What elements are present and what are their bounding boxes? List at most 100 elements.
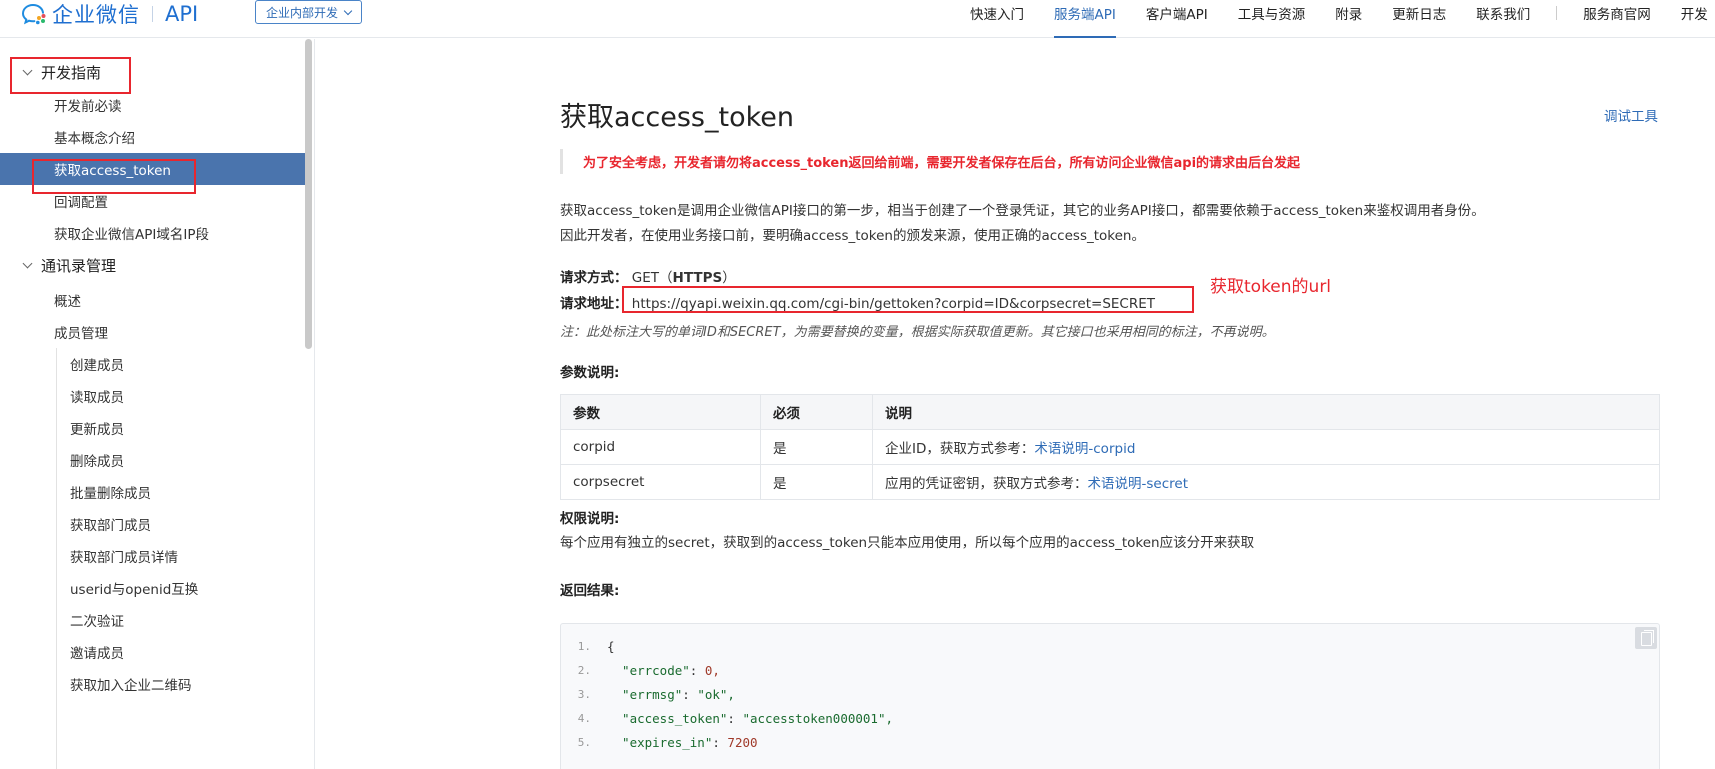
- annotation-box-access-token: [32, 159, 196, 194]
- code-value: "ok",: [697, 686, 735, 702]
- cell-required: 是: [760, 429, 873, 465]
- main-content: 获取access_token 调试工具 为了安全考虑，开发者请勿将access_…: [316, 39, 1715, 769]
- nav-contact[interactable]: 联系我们: [1476, 0, 1530, 38]
- code-key: "access_token": [607, 710, 728, 726]
- sidebar-item-dept-members[interactable]: 获取部门成员: [0, 508, 305, 540]
- cell-param: corpsecret: [560, 464, 761, 500]
- sidebar-item-label: userid与openid互换: [70, 582, 199, 598]
- nav-changelog[interactable]: 更新日志: [1392, 0, 1446, 38]
- sidebar-item-update-member[interactable]: 更新成员: [0, 412, 305, 444]
- cell-desc: 企业ID，获取方式参考：术语说明-corpid: [872, 429, 1660, 465]
- sidebar-scrollbar[interactable]: [305, 39, 312, 349]
- sidebar-item-label: 创建成员: [70, 358, 124, 374]
- nav-provider-site[interactable]: 服务商官网: [1583, 0, 1651, 38]
- line-number: 4.: [577, 711, 591, 725]
- debug-tool-link[interactable]: 调试工具: [1604, 105, 1658, 125]
- sidebar-item-label: 获取部门成员详情: [70, 550, 178, 566]
- sidebar-item-dept-member-detail[interactable]: 获取部门成员详情: [0, 540, 305, 572]
- sidebar-item-concepts[interactable]: 基本概念介绍: [0, 121, 305, 153]
- sidebar-item-label: 回调配置: [54, 195, 108, 211]
- variable-note: 注：此处标注大写的单词ID和SECRET，为需要替换的变量，根据实际获取值更新。…: [560, 325, 1275, 340]
- sidebar-item-delete-member[interactable]: 删除成员: [0, 444, 305, 476]
- sidebar-item-label: 成员管理: [54, 326, 108, 342]
- sidebar-item-label: 读取成员: [70, 390, 124, 406]
- sidebar-item-overview[interactable]: 概述: [0, 284, 305, 316]
- code-line: 5. "expires_in": 7200: [561, 730, 758, 754]
- code-key: "errcode": [607, 662, 690, 678]
- intro-paragraph-2: 因此开发者，在使用业务接口前，要明确access_token的颁发来源，使用正确…: [560, 228, 1145, 244]
- sidebar: 开发指南 开发前必读 基本概念介绍 获取access_token 回调配置 获取…: [0, 39, 315, 769]
- cell-param: corpid: [560, 429, 761, 465]
- request-method: 请求方式： GET（HTTPS）: [560, 266, 736, 286]
- request-method-https: HTTPS: [672, 270, 723, 286]
- sidebar-item-label: 开发前必读: [54, 99, 122, 115]
- logo-divider: [152, 6, 153, 22]
- nav-server-api[interactable]: 服务端API: [1054, 0, 1116, 38]
- sidebar-item-member-mgmt[interactable]: 成员管理: [0, 316, 305, 348]
- sidebar-item-join-qr[interactable]: 获取加入企业二维码: [0, 668, 305, 700]
- copy-icon[interactable]: [1635, 627, 1657, 649]
- page-title: 获取access_token: [560, 102, 794, 133]
- nav-quickstart[interactable]: 快速入门: [970, 0, 1024, 38]
- secret-glossary-link[interactable]: 术语说明-secret: [1088, 476, 1189, 492]
- logo[interactable]: 企业微信 API: [22, 1, 198, 27]
- sidebar-item-label: 获取企业微信API域名IP段: [54, 227, 209, 243]
- nav-dev[interactable]: 开发: [1681, 0, 1708, 38]
- caret-down-icon: [22, 258, 33, 268]
- sidebar-item-label: 基本概念介绍: [54, 131, 135, 147]
- wecom-logo-icon: [22, 4, 46, 25]
- col-required: 必须: [760, 394, 873, 430]
- sidebar-group-label: 通讯录管理: [41, 256, 117, 275]
- code-line: 1. {: [561, 634, 615, 658]
- cell-desc-text: 应用的凭证密钥，获取方式参考：: [885, 476, 1088, 492]
- sidebar-item-label: 获取部门成员: [70, 518, 151, 534]
- sidebar-item-2fa[interactable]: 二次验证: [0, 604, 305, 636]
- scope-dropdown[interactable]: 企业内部开发: [255, 0, 363, 24]
- table-row: corpid 是 企业ID，获取方式参考：术语说明-corpid: [560, 429, 1660, 465]
- nav-client-api[interactable]: 客户端API: [1146, 0, 1208, 38]
- code-line: 4. "access_token": "accesstoken000001",: [561, 706, 893, 730]
- table-header-row: 参数 必须 说明: [560, 394, 1660, 430]
- nav-appendix[interactable]: 附录: [1335, 0, 1362, 38]
- sidebar-item-label: 二次验证: [70, 614, 124, 630]
- annotation-url-note: 获取token的url: [1210, 277, 1332, 297]
- sidebar-item-label: 概述: [54, 294, 81, 310]
- col-param: 参数: [560, 394, 761, 430]
- intro-paragraph-1: 获取access_token是调用企业微信API接口的第一步，相当于创建了一个登…: [560, 203, 1485, 219]
- line-number: 5.: [577, 735, 591, 749]
- cell-desc-text: 企业ID，获取方式参考：: [885, 441, 1035, 457]
- nav-tools[interactable]: 工具与资源: [1238, 0, 1306, 38]
- line-number: 2.: [577, 663, 591, 677]
- code-block: 1.{ 2. "errcode": 0, 3. "errmsg": "ok", …: [560, 623, 1660, 769]
- line-number: 1.: [577, 639, 591, 653]
- sidebar-item-batch-delete[interactable]: 批量删除成员: [0, 476, 305, 508]
- sidebar-group-contacts[interactable]: 通讯录管理: [22, 250, 117, 280]
- corpid-glossary-link[interactable]: 术语说明-corpid: [1034, 441, 1135, 457]
- chevron-down-icon: [343, 6, 353, 15]
- col-desc: 说明: [872, 394, 1660, 430]
- cell-desc: 应用的凭证密钥，获取方式参考：术语说明-secret: [872, 464, 1660, 500]
- code-line: 3. "errmsg": "ok",: [561, 682, 735, 706]
- line-number: 3.: [577, 687, 591, 701]
- sidebar-item-ip-range[interactable]: 获取企业微信API域名IP段: [0, 217, 305, 249]
- params-title: 参数说明:: [560, 365, 620, 381]
- sidebar-item-create-member[interactable]: 创建成员: [0, 348, 305, 380]
- request-method-value: GET（: [631, 270, 673, 286]
- code-line: 2. "errcode": 0,: [561, 658, 720, 682]
- sidebar-item-userid-openid[interactable]: userid与openid互换: [0, 572, 305, 604]
- permission-text: 每个应用有独立的secret，获取到的access_token只能本应用使用，所…: [560, 535, 1255, 551]
- code-key: "errmsg": [607, 686, 683, 702]
- sidebar-item-invite[interactable]: 邀请成员: [0, 636, 305, 668]
- sidebar-item-read-member[interactable]: 读取成员: [0, 380, 305, 412]
- sidebar-item-label: 更新成员: [70, 422, 124, 438]
- annotation-box-url: [622, 286, 1194, 313]
- code-value: 0,: [704, 662, 720, 678]
- permission-title: 权限说明:: [560, 511, 620, 527]
- top-nav: 快速入门 服务端API 客户端API 工具与资源 附录 更新日志 联系我们 服务…: [970, 0, 1715, 38]
- request-method-label: 请求方式：: [560, 270, 628, 286]
- code-value: 7200: [727, 734, 758, 750]
- params-table: 参数 必须 说明 corpid 是 企业ID，获取方式参考：术语说明-corpi…: [560, 394, 1660, 500]
- cell-required: 是: [760, 464, 873, 500]
- sidebar-item-label: 批量删除成员: [70, 486, 151, 502]
- code-brace: {: [607, 638, 615, 654]
